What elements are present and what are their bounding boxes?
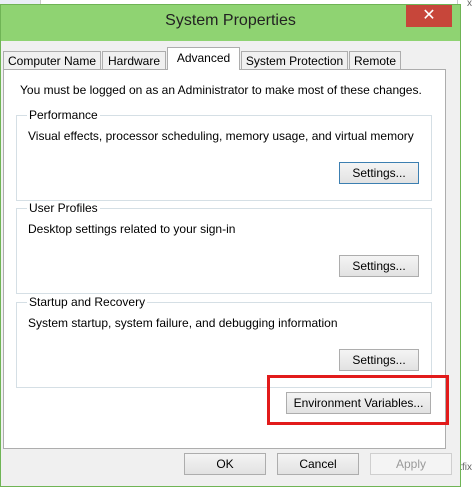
performance-group: Performance Visual effects, processor sc… — [16, 108, 432, 201]
tab-hardware[interactable]: Hardware — [102, 51, 166, 69]
close-icon: ✕ — [422, 7, 436, 24]
tab-remote[interactable]: Remote — [349, 51, 401, 69]
performance-settings-button[interactable]: Settings... — [339, 162, 419, 184]
startup-recovery-description: System startup, system failure, and debu… — [28, 316, 338, 330]
administrator-note: You must be logged on as an Administrato… — [20, 83, 422, 97]
title-bar[interactable]: System Properties ✕ — [1, 5, 460, 39]
cancel-button[interactable]: Cancel — [277, 453, 359, 475]
performance-description: Visual effects, processor scheduling, me… — [28, 129, 414, 143]
background-text-fragment: x — [467, 0, 472, 9]
tab-advanced[interactable]: Advanced — [167, 47, 240, 70]
close-button[interactable]: ✕ — [406, 5, 452, 27]
user-profiles-settings-button[interactable]: Settings... — [339, 255, 419, 277]
startup-recovery-settings-button[interactable]: Settings... — [339, 349, 419, 371]
startup-recovery-legend: Startup and Recovery — [27, 295, 148, 309]
user-profiles-legend: User Profiles — [27, 201, 100, 215]
annotation-highlight-box — [267, 375, 449, 425]
ok-button[interactable]: OK — [184, 453, 266, 475]
user-profiles-group: User Profiles Desktop settings related t… — [16, 201, 432, 294]
user-profiles-description: Desktop settings related to your sign-in — [28, 222, 236, 236]
tab-system-protection[interactable]: System Protection — [241, 51, 348, 69]
system-properties-dialog: System Properties ✕ Computer Name Hardwa… — [0, 4, 461, 487]
apply-button[interactable]: Apply — [370, 453, 452, 475]
dialog-client-area: Computer Name Hardware Advanced System P… — [1, 41, 460, 486]
performance-legend: Performance — [27, 108, 100, 122]
window-title: System Properties — [165, 12, 296, 29]
tab-computer-name[interactable]: Computer Name — [3, 51, 101, 69]
